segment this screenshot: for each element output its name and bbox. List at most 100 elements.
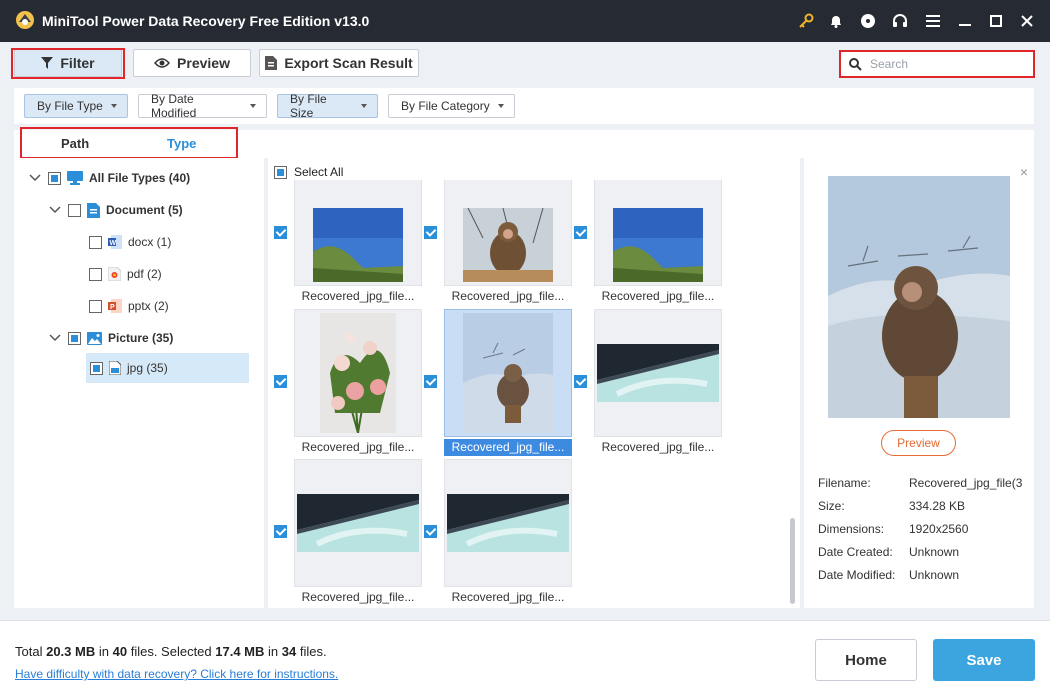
- export-button-label: Export Scan Result: [284, 55, 413, 71]
- thumbnail-checkbox[interactable]: [274, 525, 287, 538]
- detail-label: Dimensions:: [818, 522, 885, 536]
- caret-down-icon: [250, 104, 256, 108]
- thumbnail-grid: Select All Recovered_jpg_file... Recover…: [268, 158, 800, 608]
- detail-label: Date Modified:: [818, 568, 896, 582]
- checkbox-document[interactable]: [68, 203, 81, 217]
- app-title: MiniTool Power Data Recovery Free Editio…: [42, 13, 370, 29]
- grid-scrollbar[interactable]: [790, 518, 795, 604]
- thumbnail-checkbox[interactable]: [574, 375, 587, 388]
- detail-size: Size: 334.28 KB: [818, 499, 1029, 513]
- tree-label-document: Document (5): [106, 203, 183, 217]
- chevron-down-icon[interactable]: [48, 203, 62, 217]
- chevron-down-icon[interactable]: [48, 331, 62, 345]
- total-size: 20.3 MB: [46, 644, 96, 659]
- by-date-modified-dropdown[interactable]: By Date Modified: [138, 92, 267, 120]
- maximize-icon[interactable]: [986, 11, 1006, 31]
- tree-item-docx[interactable]: W docx (1): [89, 227, 249, 257]
- tree-item-picture[interactable]: Picture (35): [48, 323, 258, 353]
- filter-button-label: Filter: [60, 55, 95, 71]
- preview-button-label: Preview: [177, 55, 230, 71]
- close-preview-icon[interactable]: ×: [1020, 164, 1028, 180]
- thumbnail-item[interactable]: ! Recovered_jpg_file...: [424, 459, 572, 607]
- checkbox-all-file-types[interactable]: [48, 171, 61, 185]
- export-scan-result-button[interactable]: Export Scan Result: [259, 49, 419, 77]
- detail-filename: Filename: Recovered_jpg_file(3: [818, 476, 1029, 490]
- checkbox-select-all[interactable]: [274, 165, 287, 179]
- detail-value: Unknown: [909, 545, 960, 559]
- tab-path[interactable]: Path: [61, 136, 89, 151]
- svg-text:P: P: [110, 304, 115, 311]
- tree-item-all-file-types[interactable]: All File Types (40): [28, 163, 258, 193]
- headset-icon[interactable]: [890, 11, 910, 31]
- tree-item-jpg[interactable]: jpg (35): [86, 353, 249, 383]
- by-file-type-dropdown[interactable]: By File Type: [24, 94, 128, 118]
- thumbnail-checkbox[interactable]: [574, 226, 587, 239]
- footer: Total 20.3 MB in 40 files. Selected 17.4…: [0, 620, 1050, 700]
- save-button[interactable]: Save: [933, 639, 1035, 681]
- tree-label-pdf: pdf (2): [127, 267, 162, 281]
- files-selected-text: files. Selected: [130, 644, 212, 659]
- detail-date-created: Date Created: Unknown: [818, 545, 1029, 559]
- thumbnail-checkbox[interactable]: [424, 375, 437, 388]
- select-all-label: Select All: [294, 165, 344, 179]
- selected-files: 34: [281, 644, 297, 659]
- thumbnail-checkbox[interactable]: [424, 226, 437, 239]
- search-icon: [849, 57, 862, 71]
- thumbnail-image: [594, 180, 722, 286]
- totals-summary: Total 20.3 MB in 40 files. Selected 17.4…: [15, 644, 327, 659]
- search-box[interactable]: [839, 50, 1035, 78]
- filter-button[interactable]: Filter: [14, 49, 122, 77]
- thumbnail-name: Recovered_jpg_file...: [451, 289, 565, 303]
- caret-down-icon: [497, 104, 504, 108]
- preview-panel: × Preview Filename: Recovered_jpg_file(3…: [804, 158, 1034, 608]
- thumbnail-item[interactable]: ! Recovered_jpg_file...: [274, 309, 422, 457]
- thumbnail-item[interactable]: ! Recovered_jpg_file...: [424, 309, 572, 457]
- detail-value: 334.28 KB: [909, 499, 966, 513]
- help-link[interactable]: Have difficulty with data recovery? Clic…: [15, 667, 338, 681]
- minimize-icon[interactable]: [955, 11, 975, 31]
- document-icon: [87, 202, 100, 218]
- checkbox-pdf[interactable]: [89, 267, 102, 281]
- tree-label-all: All File Types (40): [89, 171, 191, 185]
- chevron-down-icon[interactable]: [28, 171, 42, 185]
- close-icon[interactable]: [1017, 11, 1037, 31]
- checkbox-jpg[interactable]: [90, 361, 103, 375]
- detail-value: 1920x2560: [909, 522, 969, 536]
- thumbnail-item[interactable]: ! Recovered_jpg_file...: [274, 459, 422, 607]
- thumbnail-checkbox[interactable]: [274, 226, 287, 239]
- select-all[interactable]: Select All: [274, 165, 343, 179]
- preview-button[interactable]: Preview: [881, 430, 956, 456]
- tree-item-document[interactable]: Document (5): [48, 195, 258, 225]
- tree-label-jpg: jpg (35): [127, 361, 168, 375]
- detail-dimensions: Dimensions: 1920x2560: [818, 522, 1029, 536]
- eye-icon: [154, 58, 171, 68]
- app-logo-icon: [16, 11, 34, 29]
- monitor-icon: [67, 171, 83, 185]
- detail-date-modified: Date Modified: Unknown: [818, 568, 1029, 582]
- home-button[interactable]: Home: [815, 639, 917, 681]
- checkbox-picture[interactable]: [68, 331, 81, 345]
- tab-type[interactable]: Type: [167, 136, 196, 151]
- total-prefix: Total: [15, 644, 43, 659]
- detail-value: Unknown: [909, 568, 960, 582]
- by-date-modified-label: By Date Modified: [151, 92, 197, 120]
- search-input[interactable]: [870, 57, 1020, 71]
- menu-icon[interactable]: [923, 11, 943, 31]
- by-file-category-dropdown[interactable]: By File Category: [388, 94, 515, 118]
- disc-icon[interactable]: [858, 11, 878, 31]
- tree-item-pdf[interactable]: pdf (2): [89, 259, 249, 289]
- preview-toolbar-button[interactable]: Preview: [133, 49, 251, 77]
- detail-label: Date Created:: [818, 545, 893, 559]
- thumbnail-checkbox[interactable]: [424, 525, 437, 538]
- selected-size: 17.4 MB: [215, 644, 265, 659]
- thumbnail-name: Recovered_jpg_file...: [301, 590, 415, 604]
- key-icon[interactable]: [796, 11, 816, 31]
- thumbnail-checkbox[interactable]: [274, 375, 287, 388]
- tree-item-pptx[interactable]: P pptx (2): [89, 291, 249, 321]
- bell-icon[interactable]: [826, 11, 846, 31]
- by-file-size-dropdown[interactable]: By File Size: [277, 92, 378, 120]
- in-text: in: [98, 644, 109, 659]
- checkbox-docx[interactable]: [89, 235, 102, 249]
- checkbox-pptx[interactable]: [89, 299, 102, 313]
- thumbnail-item[interactable]: ! Recovered_jpg_file...: [574, 309, 722, 457]
